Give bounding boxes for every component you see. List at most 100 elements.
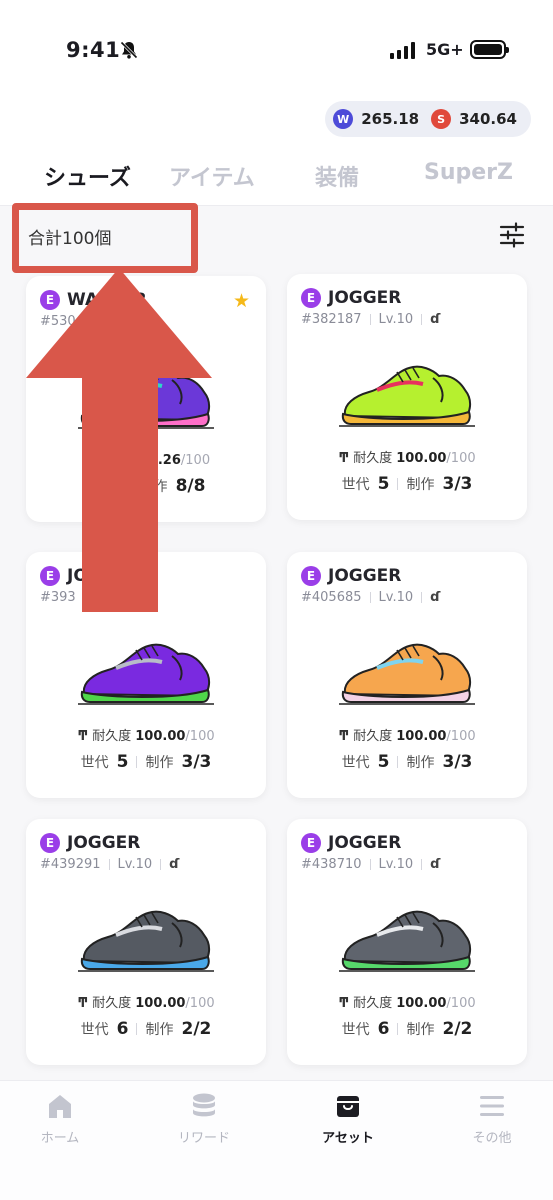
craft-label: 制作 — [406, 1022, 435, 1038]
coin-s-icon: S — [431, 109, 452, 129]
card-meta: #382187 Lv.10 ɗ — [301, 312, 440, 327]
nav-more[interactable]: その他 — [432, 1091, 552, 1146]
generation-value: 5 — [377, 752, 390, 772]
generation-label: 世代 — [341, 1022, 370, 1038]
shoe-id: #405685 — [301, 590, 362, 605]
sneaker-image — [78, 910, 214, 972]
stats-divider — [397, 756, 399, 768]
craft-value: 2/2 — [181, 1019, 212, 1039]
shoe-level: Lv.10 — [117, 857, 153, 872]
shoe-type: JOGGER — [67, 833, 141, 853]
sneaker-image — [339, 365, 475, 427]
signal-icon — [390, 42, 415, 59]
rarity-badge: E — [301, 288, 321, 308]
tab-items[interactable]: アイテム — [169, 160, 255, 192]
gender-icon: ɗ — [430, 590, 441, 605]
generation-value: 6 — [377, 1019, 390, 1039]
shoe-card[interactable]: E JOGGER #439291 Lv.10 ɗ ͳ 耐久度 100.00/100 — [26, 819, 266, 1065]
header: W 265.18 S 340.64 シューズ アイテム 装備 SuperZ — [0, 100, 553, 206]
durability-row: ͳ 耐久度 100.00/100 — [287, 725, 527, 744]
rarity-badge: E — [301, 833, 321, 853]
stats-row: 世代 5 制作 3/3 — [287, 474, 527, 494]
durability-icon: ͳ — [77, 996, 89, 1011]
meta-divider — [421, 859, 423, 870]
sneaker-image — [339, 643, 475, 705]
nav-home[interactable]: ホーム — [0, 1091, 120, 1146]
favorite-star-icon[interactable]: ★ — [233, 290, 250, 312]
durability-max: /100 — [446, 729, 476, 744]
durability-max: /100 — [446, 996, 476, 1011]
nav-rewards[interactable]: リワード — [144, 1091, 264, 1146]
durability-row: ͳ 耐久度 100.00/100 — [26, 992, 266, 1011]
stats-row: 世代 5 制作 3/3 — [287, 752, 527, 772]
durability-value: 100.00 — [396, 729, 447, 744]
meta-divider — [108, 859, 110, 870]
durability-row: ͳ 耐久度 100.00/100 — [287, 447, 527, 466]
shoe-level: Lv.10 — [378, 590, 414, 605]
meta-divider — [369, 314, 371, 325]
sneaker-image — [78, 643, 214, 705]
stats-row: 世代 6 制作 2/2 — [287, 1019, 527, 1039]
bag-icon — [337, 1096, 359, 1117]
shoe-level: Lv.10 — [378, 857, 414, 872]
status-bar: 9:41 5G+ — [0, 0, 553, 100]
durability-row: ͳ 耐久度 100.00/100 — [26, 725, 266, 744]
shoe-card[interactable]: E JOGGER #438710 Lv.10 ɗ ͳ 耐久度 100.00/100 — [287, 819, 527, 1065]
generation-value: 5 — [116, 752, 129, 772]
durability-icon: ͳ — [338, 729, 350, 744]
up-arrow-annotation — [26, 268, 212, 612]
generation-label: 世代 — [80, 1022, 109, 1038]
meta-divider — [421, 592, 423, 603]
durability-max: /100 — [446, 451, 476, 466]
craft-label: 制作 — [145, 755, 174, 771]
stats-divider — [136, 1023, 138, 1035]
nav-assets[interactable]: アセット — [288, 1091, 408, 1146]
shoe-type: JOGGER — [328, 288, 402, 308]
rarity-badge: E — [40, 833, 60, 853]
shoe-card[interactable]: E JOGGER #405685 Lv.10 ɗ ͳ 耐久度 100.00/100 — [287, 552, 527, 798]
filter-sliders-icon[interactable] — [499, 222, 525, 248]
nav-rewards-label: リワード — [177, 1131, 230, 1146]
stats-divider — [397, 478, 399, 490]
rarity-badge: E — [301, 566, 321, 586]
stats-divider — [136, 756, 138, 768]
meta-divider — [369, 592, 371, 603]
nav-more-label: その他 — [472, 1131, 512, 1146]
durability-icon: ͳ — [338, 451, 350, 466]
generation-label: 世代 — [341, 477, 370, 493]
coin-s-balance: 340.64 — [459, 110, 517, 128]
generation-label: 世代 — [80, 755, 109, 771]
coin-w-icon: W — [333, 109, 354, 129]
battery-icon — [470, 40, 509, 59]
durability-value: 100.00 — [135, 729, 186, 744]
durability-value: 100.00 — [135, 996, 186, 1011]
durability-label: 耐久度 — [353, 729, 393, 744]
durability-max: /100 — [185, 996, 215, 1011]
card-meta: #405685 Lv.10 ɗ — [301, 590, 440, 605]
network-type: 5G+ — [426, 40, 464, 59]
durability-label: 耐久度 — [92, 729, 132, 744]
bell-muted-icon — [120, 41, 138, 59]
tab-superz[interactable]: SuperZ — [424, 160, 513, 185]
highlight-box — [12, 203, 198, 273]
stats-row: 世代 5 制作 3/3 — [26, 752, 266, 772]
craft-value: 3/3 — [442, 474, 473, 494]
stats-row: 世代 6 制作 2/2 — [26, 1019, 266, 1039]
balance-pill[interactable]: W 265.18 S 340.64 — [325, 101, 531, 137]
nav-home-label: ホーム — [40, 1131, 80, 1146]
asset-tabs: シューズ アイテム 装備 SuperZ — [0, 160, 553, 206]
durability-label: 耐久度 — [353, 451, 393, 466]
shoe-id: #438710 — [301, 857, 362, 872]
stats-divider — [397, 1023, 399, 1035]
meta-divider — [369, 859, 371, 870]
durability-value: 100.00 — [396, 996, 447, 1011]
shoe-id: #382187 — [301, 312, 362, 327]
tab-shoes[interactable]: シューズ — [44, 160, 131, 192]
shoe-id: #439291 — [40, 857, 101, 872]
shoe-level: Lv.10 — [378, 312, 414, 327]
tab-equipment[interactable]: 装備 — [315, 160, 359, 192]
home-icon — [49, 1095, 71, 1118]
shoe-card[interactable]: E JOGGER #382187 Lv.10 ɗ ͳ 耐久度 100.00/100 — [287, 274, 527, 520]
card-meta: #438710 Lv.10 ɗ — [301, 857, 440, 872]
generation-label: 世代 — [341, 755, 370, 771]
